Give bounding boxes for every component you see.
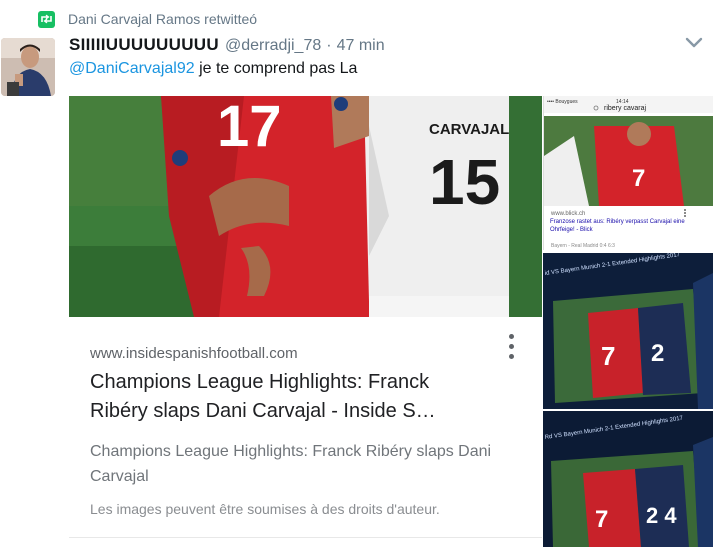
more-options-icon[interactable] [506, 334, 516, 364]
timestamp[interactable]: 47 min [337, 37, 385, 55]
photo-jersey-number-right: 15 [429, 146, 500, 218]
retweet-icon [38, 10, 55, 28]
chevron-down-icon[interactable] [683, 34, 705, 50]
thumb3-number-left: 7 [595, 506, 608, 533]
mention-link[interactable]: @DaniCarvajal92 [69, 60, 195, 77]
card-rights-notice: Les images peuvent être soumises à des d… [90, 501, 440, 517]
avatar[interactable] [1, 38, 55, 96]
thumb1-site: www.blick.ch [550, 211, 585, 217]
card-divider [69, 537, 542, 538]
thumbnail-tv-highlight-1[interactable]: id VS Bayern Munich 2-1 Extended Highlig… [543, 253, 713, 409]
thumb1-carrier: •••• Bouygues [547, 99, 578, 105]
card-site[interactable]: www.insidespanishfootball.com [90, 345, 298, 362]
tweet-body: je te comprend pas La [194, 60, 358, 77]
thumb2-number-right: 2 [651, 340, 664, 367]
photo-jersey-name: CARVAJAL [429, 121, 509, 138]
thumb1-search-query: ribery cavaraj [604, 105, 646, 112]
card-description: Champions League Highlights: Franck Ribé… [90, 443, 492, 485]
user-handle[interactable]: @derradji_78 [225, 37, 321, 55]
card-photo[interactable]: 17 CARVAJAL 15 [69, 96, 542, 317]
thumbnail-search-result[interactable]: •••• Bouygues 14:14 ribery cavaraj 7 www… [543, 96, 713, 250]
thumb3-number-right: 2 4 [646, 503, 677, 528]
thumb1-headline: Franzose rastet aus: Ribéry verpasst Car… [550, 219, 685, 233]
retweet-context[interactable]: Dani Carvajal Ramos retwitteó [38, 9, 257, 29]
tweet-header: SIIIIIUUUUUUUUU @derradji_78 · 47 min [69, 35, 385, 55]
separator-dot: · [326, 37, 332, 54]
card-title[interactable]: Champions League Highlights: Franck Ribé… [90, 368, 490, 426]
thumbnail-tv-highlight-2[interactable]: Rd VS Bayern Munich 2-1 Extended Highlig… [543, 411, 713, 547]
photo-jersey-number-left: 17 [217, 96, 282, 159]
thumb1-jersey-number: 7 [632, 165, 645, 192]
tweet-text: @DaniCarvajal92 je te comprend pas La [69, 60, 357, 78]
thumb1-meta: Bayern - Real Madrid 0:4 6:3 [551, 243, 615, 249]
thumb2-number-left: 7 [601, 341, 615, 371]
display-name[interactable]: SIIIIIUUUUUUUUU [69, 35, 219, 55]
link-card[interactable]: 17 CARVAJAL 15 www.insidespanishfootball… [69, 96, 542, 547]
retweet-label[interactable]: Dani Carvajal Ramos retwitteó [68, 11, 257, 27]
